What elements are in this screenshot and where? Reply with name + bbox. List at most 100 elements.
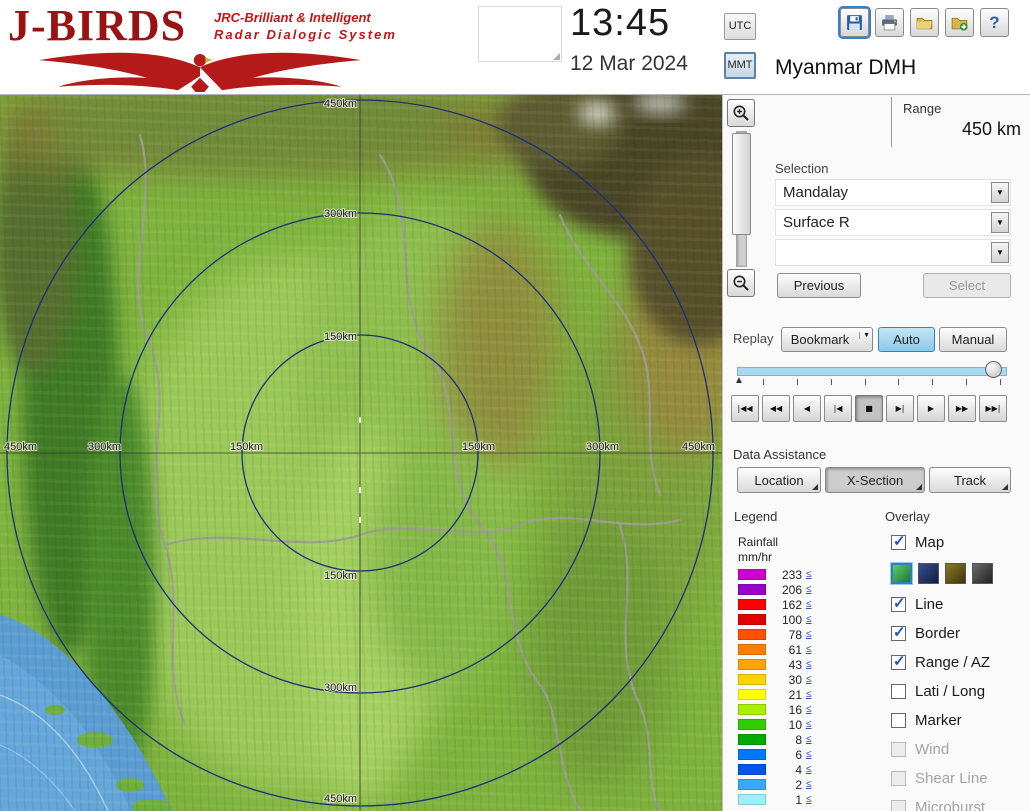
legend-title: Legend	[734, 509, 777, 524]
legend-color-swatch	[738, 614, 766, 625]
check-icon: ✓	[893, 594, 906, 612]
help-button[interactable]: ?	[980, 8, 1009, 37]
legend-value: 10	[770, 718, 802, 732]
overlay-label-lati-long: Lati / Long	[915, 683, 985, 700]
center-tick	[359, 487, 361, 493]
replay-label: Replay	[733, 331, 773, 346]
export-button[interactable]	[945, 8, 974, 37]
eagle-logo-icon	[10, 46, 390, 92]
slider-tick	[966, 379, 967, 385]
replay-start-marker-icon: ▲	[734, 375, 744, 386]
legend-threshold-link[interactable]: ≤	[806, 644, 812, 655]
step-back-button[interactable]: |◀	[824, 395, 852, 422]
overlay-checkbox-range-az[interactable]: ✓	[891, 655, 906, 670]
step-forward-button[interactable]: ▶|	[886, 395, 914, 422]
overlay-checkbox-marker[interactable]	[891, 713, 906, 728]
overlay-checkbox-map[interactable]: ✓	[891, 535, 906, 550]
open-file-button[interactable]	[910, 8, 939, 37]
range-label: 300km	[88, 441, 121, 453]
zoom-slider-thumb[interactable]	[732, 133, 751, 235]
legend-threshold-link[interactable]: ≤	[806, 764, 812, 775]
legend-unit-rainfall: Rainfall	[738, 535, 778, 549]
product-dropdown-value: Surface R	[783, 214, 850, 231]
range-label: 450km	[4, 441, 37, 453]
legend-threshold-link[interactable]: ≤	[806, 569, 812, 580]
magnifier-plus-icon	[732, 104, 750, 122]
legend-threshold-link[interactable]: ≤	[806, 749, 812, 760]
location-button[interactable]: Location	[737, 467, 821, 493]
clock-time: 13:45	[570, 2, 670, 45]
range-label: 150km	[462, 441, 495, 453]
legend-threshold-link[interactable]: ≤	[806, 719, 812, 730]
timezone-mmt-button[interactable]: MMT	[724, 52, 756, 79]
map-color-swatch-navy[interactable]	[918, 563, 939, 584]
legend-threshold-link[interactable]: ≤	[806, 599, 812, 610]
zoom-out-button[interactable]	[727, 269, 755, 297]
zoom-in-button[interactable]	[727, 99, 755, 127]
map-color-swatches	[891, 560, 1030, 586]
legend-threshold-link[interactable]: ≤	[806, 779, 812, 790]
radar-map[interactable]: 450km300km150km150km300km450km450km300km…	[0, 95, 722, 811]
skip-end-button[interactable]: ▶▶|	[979, 395, 1007, 422]
site-dropdown[interactable]: Mandalay ▼	[775, 179, 1011, 206]
timezone-utc-button[interactable]: UTC	[724, 13, 756, 40]
chevron-down-icon[interactable]: ▼	[991, 242, 1009, 263]
replay-slider-thumb[interactable]	[985, 361, 1002, 378]
fast-forward-button[interactable]: ▶▶	[948, 395, 976, 422]
replay-slider-track[interactable]	[737, 367, 1007, 376]
print-button[interactable]	[875, 8, 904, 37]
map-color-swatch-olive[interactable]	[945, 563, 966, 584]
legend-threshold-link[interactable]: ≤	[806, 659, 812, 670]
overlay-item-line: ✓ Line	[891, 593, 1030, 615]
legend-threshold-link[interactable]: ≤	[806, 734, 812, 745]
previous-button[interactable]: Previous	[777, 273, 861, 298]
overlay-item-lati-long: Lati / Long	[891, 680, 1030, 702]
save-button[interactable]	[840, 8, 869, 37]
legend-color-swatch	[738, 659, 766, 670]
legend-threshold-link[interactable]: ≤	[806, 794, 812, 805]
product-dropdown[interactable]: Surface R ▼	[775, 209, 1011, 236]
legend-threshold-link[interactable]: ≤	[806, 614, 812, 625]
legend-threshold-link[interactable]: ≤	[806, 674, 812, 685]
stop-button[interactable]: ■	[855, 395, 883, 422]
map-color-swatch-green[interactable]	[891, 563, 912, 584]
overlay-checkbox-border[interactable]: ✓	[891, 626, 906, 641]
auto-mode-button[interactable]: Auto	[878, 327, 935, 352]
chevron-down-icon[interactable]: ▼	[991, 182, 1009, 203]
legend-row: 100≤	[738, 612, 812, 627]
extra-dropdown[interactable]: ▼	[775, 239, 1011, 266]
track-button[interactable]: Track	[929, 467, 1011, 493]
legend-threshold-link[interactable]: ≤	[806, 584, 812, 595]
legend-color-swatch	[738, 719, 766, 730]
overlay-item-marker: Marker	[891, 709, 1030, 731]
legend-value: 30	[770, 673, 802, 687]
overlay-checkbox-line[interactable]: ✓	[891, 597, 906, 612]
chevron-down-icon[interactable]: ▼	[859, 332, 870, 339]
legend-value: 1	[770, 793, 802, 807]
legend-threshold-link[interactable]: ≤	[806, 689, 812, 700]
legend-color-swatch	[738, 794, 766, 805]
legend-row: 2≤	[738, 777, 812, 792]
overlay-label-marker: Marker	[915, 712, 962, 729]
play-backward-button[interactable]: ◀	[793, 395, 821, 422]
play-button[interactable]: ▶	[917, 395, 945, 422]
legend-threshold-link[interactable]: ≤	[806, 704, 812, 715]
legend-rows: 233≤206≤162≤100≤78≤61≤43≤30≤21≤16≤10≤8≤6…	[738, 567, 812, 807]
bookmark-button[interactable]: Bookmark ▼	[781, 327, 873, 352]
legend-row: 8≤	[738, 732, 812, 747]
legend-row: 16≤	[738, 702, 812, 717]
skip-start-button[interactable]: |◀◀	[731, 395, 759, 422]
map-color-swatch-gray[interactable]	[972, 563, 993, 584]
manual-mode-button[interactable]: Manual	[939, 327, 1007, 352]
overlay-label-line: Line	[915, 596, 943, 613]
overlay-checkbox-lati-long[interactable]	[891, 684, 906, 699]
x-section-button[interactable]: X-Section	[825, 467, 925, 493]
selection-label: Selection	[775, 161, 828, 176]
legend-threshold-link[interactable]: ≤	[806, 629, 812, 640]
chevron-down-icon[interactable]: ▼	[991, 212, 1009, 233]
overlay-title: Overlay	[885, 509, 930, 524]
legend-row: 162≤	[738, 597, 812, 612]
select-button[interactable]: Select	[923, 273, 1011, 298]
legend-row: 233≤	[738, 567, 812, 582]
fast-rewind-button[interactable]: ◀◀	[762, 395, 790, 422]
